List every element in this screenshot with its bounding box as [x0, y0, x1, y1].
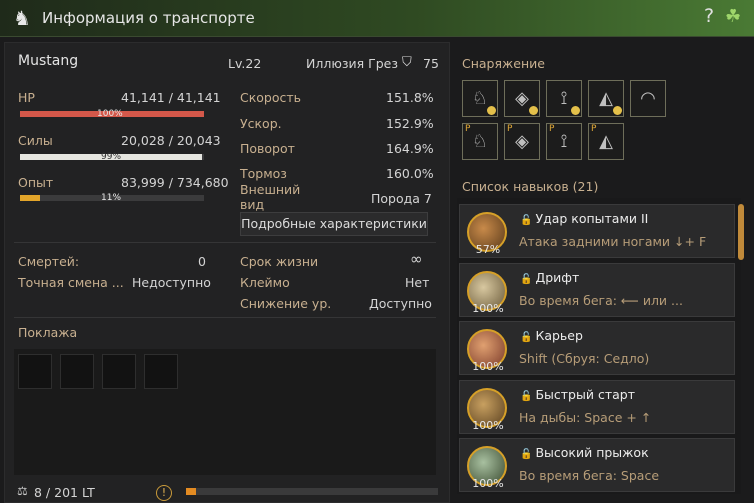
equipment-title: Снаряжение [462, 56, 545, 71]
lock-open-icon: 🔓 [520, 391, 533, 402]
skill-percent: 57% [475, 243, 501, 256]
skill-percent: 100% [472, 302, 504, 315]
cargo-slot[interactable] [18, 354, 52, 389]
skill-desc: Во время бега: Space [519, 468, 660, 483]
skills-title: Список навыков (21) [462, 179, 599, 194]
weight-bar [186, 488, 438, 495]
stamina-value: 20,028 / 20,043 [121, 133, 221, 148]
deaths-value: 0 [198, 254, 206, 269]
lock-open-icon: 🔓 [520, 274, 533, 285]
skill-desc: На дыбы: Space + ↑ [519, 410, 652, 425]
stamina-label: Силы [18, 133, 53, 148]
skill-item[interactable]: 100% 🔓 Карьер Shift (Сбруя: Седло) [459, 321, 735, 375]
exp-value: 83,999 / 734,680 [121, 175, 229, 190]
saddle-pearl-icon[interactable]: P ◈ [504, 123, 540, 160]
help-button[interactable]: ? [704, 5, 714, 27]
deaths-label: Смертей: [18, 254, 80, 269]
skill-desc: Атака задними ногами ↓+ F [519, 234, 707, 249]
stirrups-icon[interactable]: ⟟ [546, 80, 582, 117]
champron-pearl-icon[interactable]: P ◭ [588, 123, 624, 160]
exp-label: Опыт [18, 175, 54, 190]
pearl-mark: P [465, 124, 471, 134]
level-reduce-value: Доступно [369, 296, 432, 311]
cargo-title: Поклажа [18, 325, 78, 340]
speed-label: Скорость [240, 90, 302, 105]
cargo-slot[interactable] [102, 354, 136, 389]
lock-open-icon: 🔓 [520, 449, 533, 460]
skill-percent: 100% [472, 419, 504, 432]
turn-label: Поворот [240, 141, 295, 156]
level-reduce-label: Снижение ур. [240, 296, 332, 311]
hp-label: HP [18, 90, 35, 105]
shield-icon: ⛉ [402, 55, 412, 70]
skill-desc: Во время бега: ⟵ или ... [519, 293, 683, 308]
speed-value: 151.8% [386, 90, 434, 105]
swap-label: Точная смена ... [18, 275, 124, 290]
skill-percent: 100% [472, 360, 504, 373]
illusion-value: 75 [423, 56, 439, 71]
title-bar: ♞ Информация о транспорте ? ☘ [0, 0, 754, 37]
window-title: Информация о транспорте [42, 9, 255, 27]
hp-value: 41,141 / 41,141 [121, 90, 221, 105]
horseshoe-icon[interactable]: ◠ [630, 80, 666, 117]
skill-name: 🔓 Дрифт [520, 270, 580, 285]
pearl-mark: P [591, 124, 597, 134]
skill-item[interactable]: 57% 🔓 Удар копытами II Атака задними нога… [459, 204, 735, 258]
turn-value: 164.9% [386, 141, 434, 156]
brand-value: Нет [405, 275, 430, 290]
accel-value: 152.9% [386, 116, 434, 131]
skill-item[interactable]: 100% 🔓 Быстрый старт На дыбы: Space + ↑ [459, 380, 735, 434]
brake-label: Тормоз [240, 166, 287, 181]
divider [14, 242, 436, 243]
skill-item[interactable]: 100% 🔓 Дрифт Во время бега: ⟵ или ... [459, 263, 735, 317]
detailed-stats-button[interactable]: Подробные характеристики [240, 212, 428, 236]
skills-scrollbar[interactable] [738, 204, 744, 260]
illusion-label: Иллюзия Грез [306, 56, 399, 71]
appearance-value: Порода 7 [371, 191, 432, 206]
lock-open-icon: 🔓 [520, 215, 533, 226]
horse-level: Lv.22 [228, 56, 262, 71]
four-leaf-clover-icon[interactable]: ☘ [725, 6, 741, 27]
brand-label: Клеймо [240, 275, 290, 290]
skill-name: 🔓 Быстрый старт [520, 387, 635, 402]
exp-percent: 11% [101, 193, 122, 203]
barding-icon[interactable]: ♘ [462, 80, 498, 117]
skill-desc: Shift (Сбруя: Седло) [519, 351, 650, 366]
lifespan-value: ∞ [410, 250, 423, 268]
skill-item[interactable]: 100% 🔓 Высокий прыжок Во время бега: Spac… [459, 438, 735, 492]
barding-pearl-icon[interactable]: P ♘ [462, 123, 498, 160]
champron-icon[interactable]: ◭ [588, 80, 624, 117]
weight-value: 8 / 201 LT [34, 485, 95, 500]
appearance-label: Внешний вид [240, 182, 301, 212]
stirrups-pearl-icon[interactable]: P ⟟ [546, 123, 582, 160]
skill-name: 🔓 Удар копытами II [520, 211, 649, 226]
weight-icon: ⚖ [17, 484, 28, 498]
lifespan-label: Срок жизни [240, 254, 319, 269]
hp-percent: 100% [97, 109, 123, 119]
saddle-icon[interactable]: ◈ [504, 80, 540, 117]
divider [14, 317, 436, 318]
pearl-mark: P [507, 124, 513, 134]
horse-head-icon: ♞ [13, 6, 31, 30]
warning-icon[interactable]: ! [156, 485, 172, 501]
skill-name: 🔓 Карьер [520, 328, 583, 343]
cargo-slot[interactable] [144, 354, 178, 389]
accel-label: Ускор. [240, 116, 282, 131]
stamina-percent: 99% [101, 152, 122, 162]
pearl-mark: P [549, 124, 555, 134]
skill-name: 🔓 Высокий прыжок [520, 445, 649, 460]
skill-percent: 100% [472, 477, 504, 490]
swap-value: Недоступно [132, 275, 211, 290]
lock-open-icon: 🔓 [520, 332, 533, 343]
brake-value: 160.0% [386, 166, 434, 181]
horse-name: Mustang [18, 53, 79, 69]
cargo-slot[interactable] [60, 354, 94, 389]
